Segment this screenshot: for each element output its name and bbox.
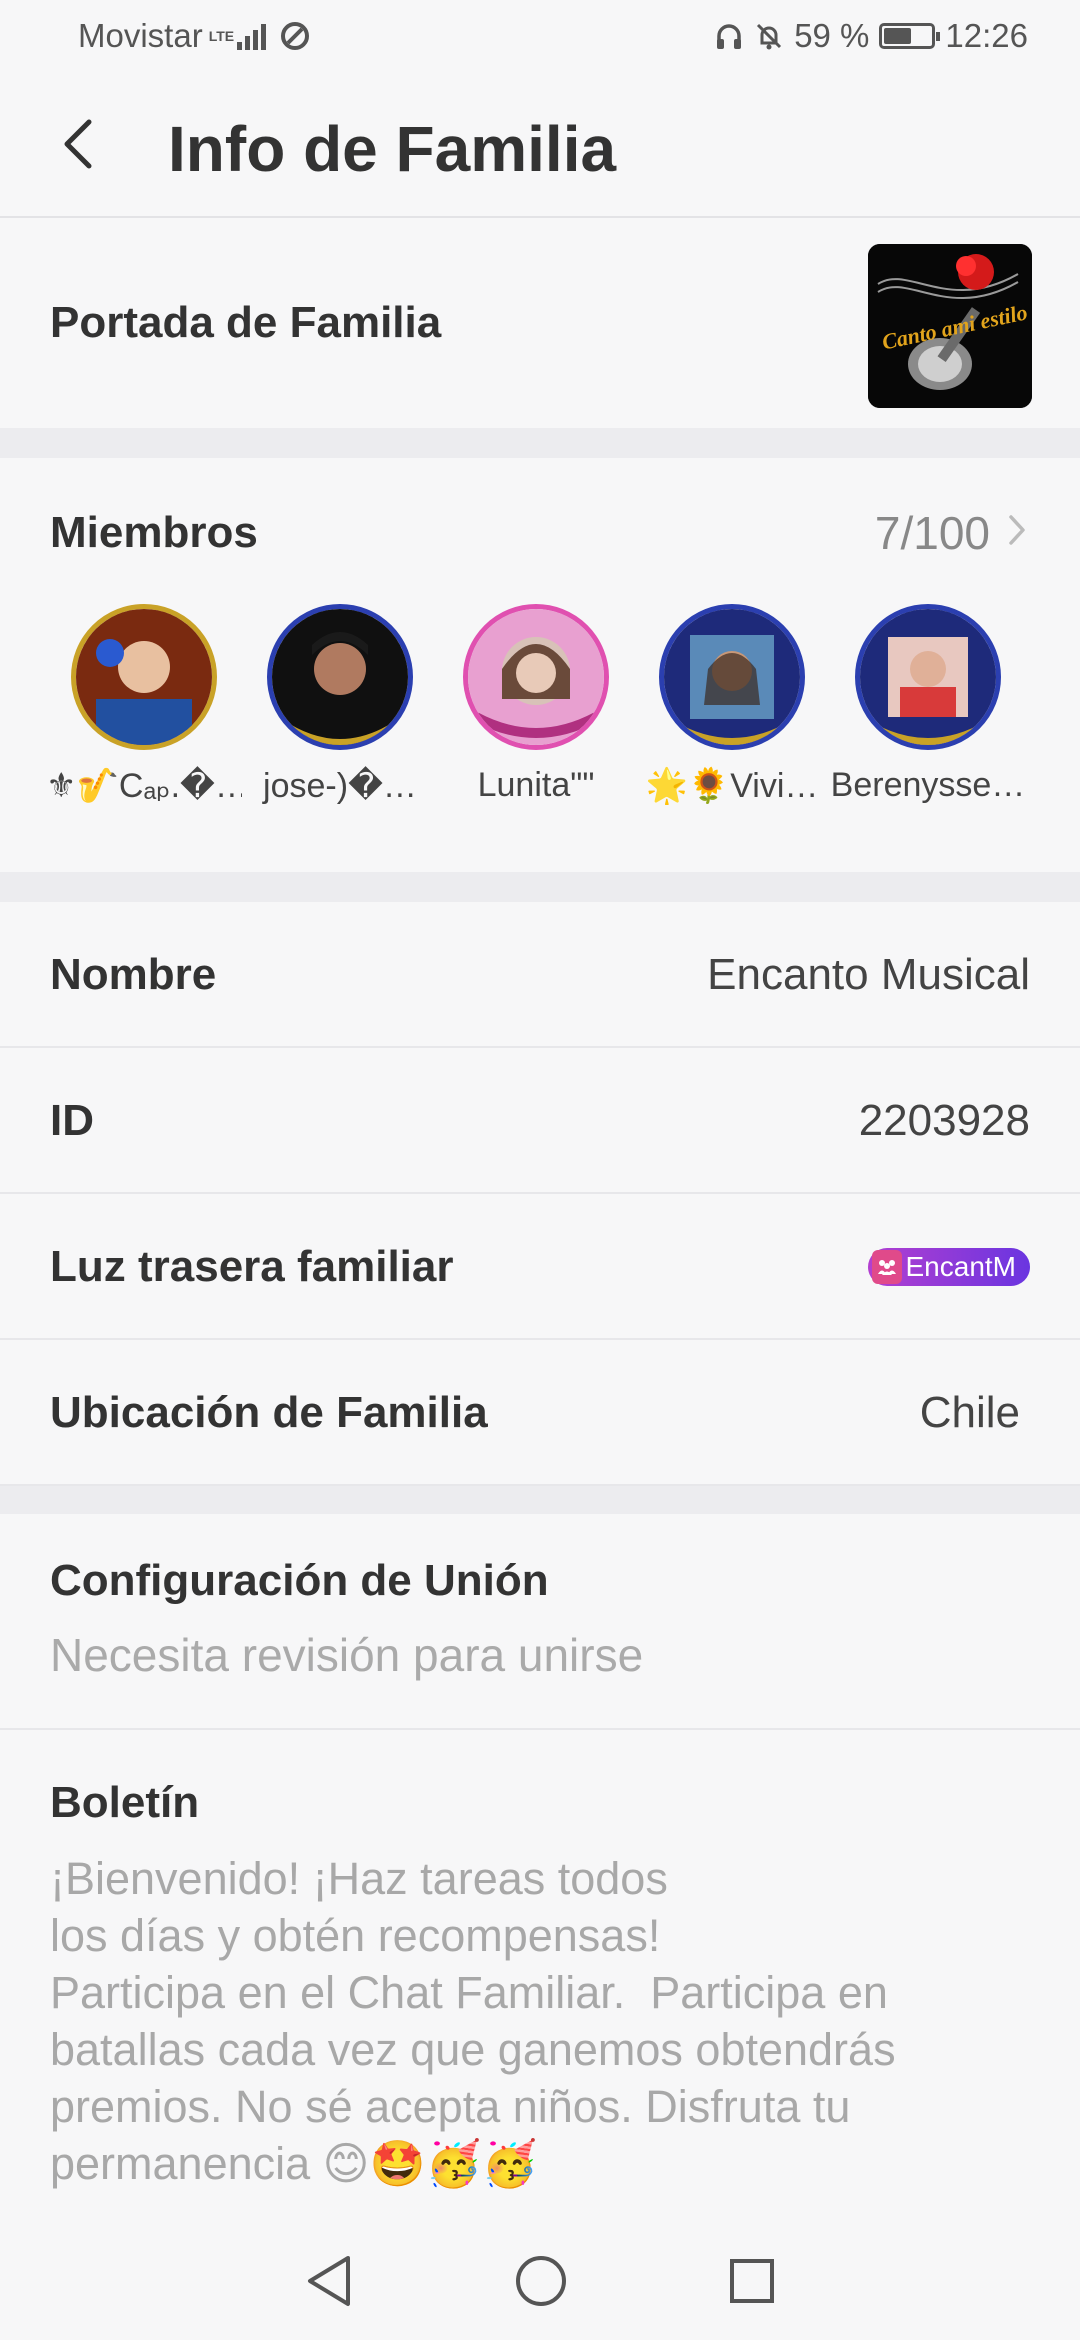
carrier-name: Movistar — [78, 17, 203, 54]
back-button[interactable] — [48, 114, 108, 174]
avatar[interactable] — [855, 604, 1001, 750]
bulletin-section: Boletín ¡Bienvenido! ¡Haz tareas todos l… — [0, 1730, 1080, 2222]
name-label: Nombre — [50, 950, 217, 999]
member-name: ⚜🎷Cₐₚ.�… — [46, 767, 242, 805]
id-label: ID — [50, 1096, 94, 1145]
members-label: Miembros — [50, 508, 258, 557]
member-item[interactable]: ⚜🎷Cₐₚ.�… — [46, 604, 242, 806]
join-settings-row[interactable]: Configuración de Unión Necesita revisión… — [0, 1514, 1080, 1730]
network-type: LTE — [208, 28, 235, 44]
member-name: 🌟🌻Vivi… — [645, 767, 819, 805]
avatar[interactable] — [267, 604, 413, 750]
clock: 12:26 — [945, 17, 1028, 54]
chevron-right-icon[interactable] — [1008, 514, 1026, 546]
family-group-icon — [871, 1250, 902, 1284]
section-divider — [0, 1486, 1080, 1514]
avatar[interactable] — [71, 604, 217, 750]
backlight-row[interactable]: Luz trasera familiar EncantM — [0, 1194, 1080, 1340]
bulletin-label: Boletín — [50, 1778, 200, 1827]
member-item[interactable]: jose-)�… — [242, 604, 438, 806]
members-count[interactable]: 7/100 — [875, 506, 990, 560]
member-item[interactable]: Lunita"" — [438, 604, 634, 806]
badge-text: EncantM — [905, 1251, 1017, 1282]
member-name: Lunita"" — [477, 766, 595, 804]
nav-home-icon[interactable] — [514, 2254, 568, 2308]
family-cover-image[interactable]: Canto ami estilo — [868, 244, 1032, 408]
nav-recents-icon[interactable] — [728, 2257, 776, 2305]
signal-icon — [236, 22, 266, 50]
location-value: Chile — [919, 1388, 1020, 1437]
battery-icon — [879, 23, 941, 49]
avatar[interactable] — [659, 604, 805, 750]
join-value: Necesita revisión para unirse — [50, 1629, 644, 1681]
section-divider — [0, 872, 1080, 902]
status-bar: Movistar LTE 59 % 12:26 — [0, 0, 1080, 72]
members-list: ⚜🎷Cₐₚ.�… jose-)�… Lunita"" 🌟🌻Vivi… Beren… — [46, 604, 1026, 806]
cover-row[interactable]: Portada de Familia Canto ami estilo — [0, 220, 1080, 428]
join-label: Configuración de Unión — [50, 1556, 549, 1605]
avatar[interactable] — [463, 604, 609, 750]
system-nav-bar — [0, 2222, 1080, 2340]
member-item[interactable]: 🌟🌻Vivi… — [634, 604, 830, 806]
name-value: Encanto Musical — [707, 950, 1030, 999]
nav-back-icon[interactable] — [304, 2254, 354, 2308]
section-divider — [0, 428, 1080, 458]
member-name: Berenysse… — [830, 766, 1026, 804]
bell-muted-icon — [757, 23, 782, 50]
back-arrow-icon — [64, 119, 92, 169]
id-value: 2203928 — [858, 1096, 1030, 1145]
id-row: ID 2203928 — [0, 1048, 1080, 1194]
data-saver-icon — [280, 22, 309, 50]
name-row: Nombre Encanto Musical — [0, 902, 1080, 1048]
member-name: jose-)�… — [263, 767, 417, 805]
backlight-label: Luz trasera familiar — [50, 1242, 454, 1291]
members-section: Miembros 7/100 ⚜🎷Cₐₚ.�… jose-)�… Lunita"… — [0, 458, 1080, 872]
member-item[interactable]: Berenysse… — [830, 604, 1026, 806]
location-row: Ubicación de Familia Chile — [0, 1340, 1080, 1486]
page-title: Info de Familia — [168, 113, 617, 185]
cover-label: Portada de Familia — [50, 298, 442, 347]
location-label: Ubicación de Familia — [50, 1388, 488, 1437]
details-section: Nombre Encanto Musical ID 2203928 Luz tr… — [0, 902, 1080, 1486]
family-badge: EncantM — [867, 1248, 1030, 1286]
app-bar: Info de Familia — [0, 72, 1080, 218]
battery-percent: 59 % — [794, 17, 870, 54]
bulletin-text: ¡Bienvenido! ¡Haz tareas todos los días … — [50, 1853, 896, 2189]
guitar-image-icon: Canto ami estilo — [868, 244, 1032, 408]
headphones-icon — [717, 24, 742, 49]
